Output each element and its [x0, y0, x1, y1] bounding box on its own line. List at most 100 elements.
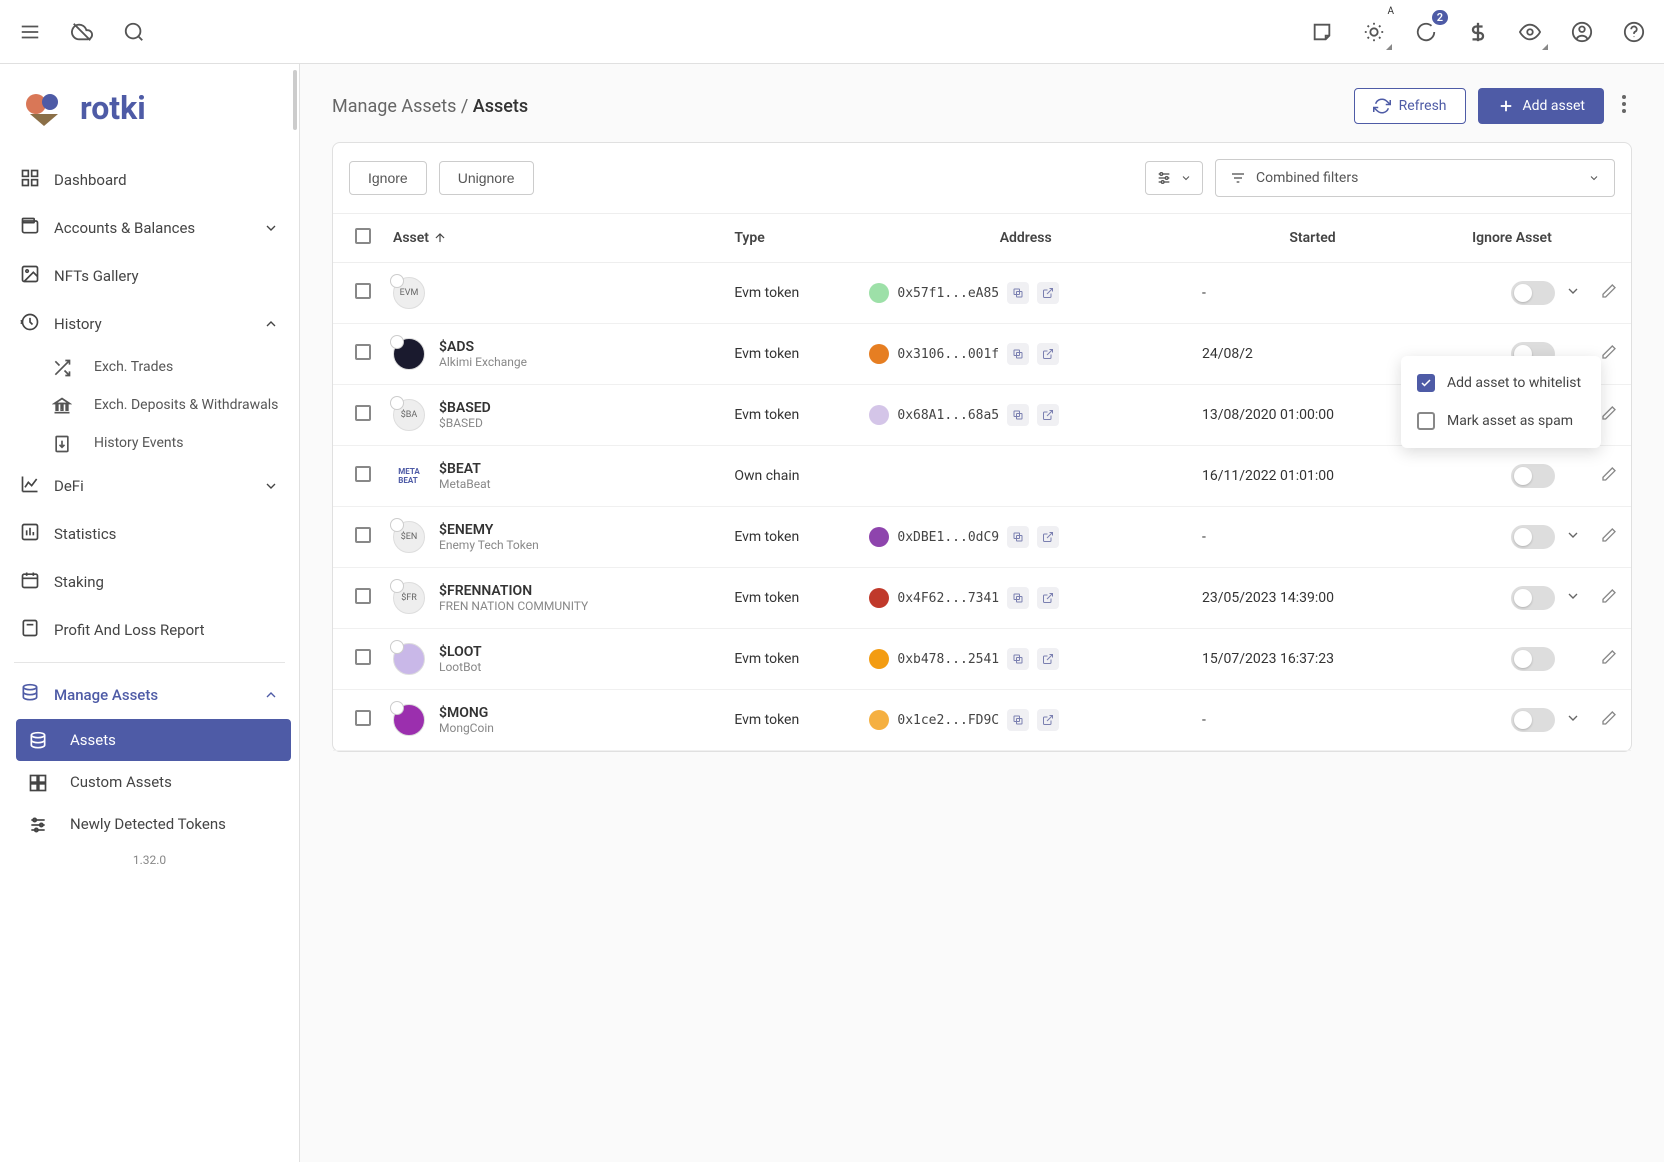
copy-address-button[interactable]	[1007, 648, 1029, 670]
sidebar-item-statistics[interactable]: Statistics	[0, 510, 299, 558]
ignore-toggle[interactable]	[1511, 525, 1555, 549]
sidebar-subitem-custom-assets[interactable]: Custom Assets	[8, 761, 299, 803]
nav-label: Newly Detected Tokens	[70, 815, 226, 833]
select-all-checkbox[interactable]	[355, 228, 371, 244]
edit-row-button[interactable]	[1601, 531, 1617, 547]
ignore-toggle[interactable]	[1511, 464, 1555, 488]
ignore-toggle[interactable]	[1511, 586, 1555, 610]
col-type[interactable]: Type	[724, 214, 859, 263]
edit-row-button[interactable]	[1601, 714, 1617, 730]
unignore-button[interactable]: Unignore	[439, 161, 534, 195]
history-icon	[20, 312, 40, 336]
copy-address-button[interactable]	[1007, 343, 1029, 365]
sidebar-item-staking[interactable]: Staking	[0, 558, 299, 606]
note-button[interactable]	[1304, 14, 1340, 50]
open-external-button[interactable]	[1037, 587, 1059, 609]
edit-row-button[interactable]	[1601, 470, 1617, 486]
ignore-button[interactable]: Ignore	[349, 161, 427, 195]
asset-cell: $ADS Alkimi Exchange	[393, 338, 714, 370]
col-started[interactable]: Started	[1192, 214, 1433, 263]
copy-address-button[interactable]	[1007, 404, 1029, 426]
scrollbar[interactable]	[293, 70, 297, 130]
type-cell: Own chain	[724, 446, 859, 507]
refresh-icon	[1373, 97, 1391, 115]
row-checkbox[interactable]	[355, 588, 371, 604]
sidebar-subitem-assets[interactable]: Assets	[16, 719, 291, 761]
sidebar-subitem-history-events[interactable]: History Events	[52, 424, 299, 462]
copy-address-button[interactable]	[1007, 282, 1029, 304]
row-checkbox[interactable]	[355, 710, 371, 726]
open-external-button[interactable]	[1037, 648, 1059, 670]
sidebar-item-nfts-gallery[interactable]: NFTs Gallery	[0, 252, 299, 300]
spam-option[interactable]: Mark asset as spam	[1401, 402, 1601, 440]
row-checkbox[interactable]	[355, 405, 371, 421]
edit-row-button[interactable]	[1601, 592, 1617, 608]
row-expand-button[interactable]	[1565, 588, 1581, 608]
account-button[interactable]	[1564, 14, 1600, 50]
combined-filters-input[interactable]: Combined filters	[1215, 159, 1615, 197]
refresh-button[interactable]: Refresh	[1354, 88, 1466, 124]
currency-button[interactable]	[1460, 14, 1496, 50]
type-cell: Evm token	[724, 507, 859, 568]
address-cell: 0x68A1...68a5	[869, 404, 1182, 426]
edit-row-button[interactable]	[1601, 409, 1617, 425]
row-checkbox[interactable]	[355, 649, 371, 665]
sidebar-subitem-exch-trades[interactable]: Exch. Trades	[52, 348, 299, 386]
theme-button[interactable]: A	[1356, 14, 1392, 50]
open-external-button[interactable]	[1037, 343, 1059, 365]
ignore-toggle[interactable]	[1511, 708, 1555, 732]
row-checkbox[interactable]	[355, 466, 371, 482]
table-row: $FR $FRENNATION FREN NATION COMMUNITY Ev…	[333, 568, 1631, 629]
row-expand-button[interactable]	[1565, 710, 1581, 730]
filter-settings-button[interactable]	[1145, 161, 1203, 195]
address-cell: 0x1ce2...FD9C	[869, 709, 1182, 731]
nav-label: DeFi	[54, 477, 84, 495]
asset-symbol: $FRENNATION	[439, 583, 588, 599]
started-cell: 24/08/2	[1192, 324, 1433, 385]
breadcrumb-parent[interactable]: Manage Assets	[332, 96, 456, 117]
row-checkbox[interactable]	[355, 344, 371, 360]
sidebar-item-defi[interactable]: DeFi	[0, 462, 299, 510]
logo[interactable]: rotki	[0, 72, 299, 156]
menu-button[interactable]	[12, 14, 48, 50]
row-checkbox[interactable]	[355, 283, 371, 299]
open-external-button[interactable]	[1037, 404, 1059, 426]
sidebar-subitem-exch-deposits-withdrawals[interactable]: Exch. Deposits & Withdrawals	[52, 386, 299, 424]
sidebar-item-manage-assets[interactable]: Manage Assets	[0, 671, 299, 719]
copy-address-button[interactable]	[1007, 526, 1029, 548]
col-ignore[interactable]: Ignore Asset	[1433, 214, 1591, 263]
add-asset-button[interactable]: Add asset	[1478, 88, 1604, 124]
whitelist-option[interactable]: Add asset to whitelist	[1401, 364, 1601, 402]
sidebar-item-history[interactable]: History	[0, 300, 299, 348]
search-button[interactable]	[116, 14, 152, 50]
ignore-toggle[interactable]	[1511, 647, 1555, 671]
help-button[interactable]	[1616, 14, 1652, 50]
sidebar-subitem-newly-detected-tokens[interactable]: Newly Detected Tokens	[8, 803, 299, 845]
open-external-button[interactable]	[1037, 709, 1059, 731]
row-checkbox[interactable]	[355, 527, 371, 543]
more-menu-button[interactable]	[1616, 89, 1632, 123]
col-address[interactable]: Address	[859, 214, 1192, 263]
sync-button[interactable]: 2	[1408, 14, 1444, 50]
privacy-button[interactable]	[1512, 14, 1548, 50]
edit-row-button[interactable]	[1601, 287, 1617, 303]
open-external-button[interactable]	[1037, 526, 1059, 548]
col-asset[interactable]: Asset	[383, 214, 724, 263]
copy-address-button[interactable]	[1007, 709, 1029, 731]
sliders-icon	[1156, 170, 1172, 186]
edit-row-button[interactable]	[1601, 653, 1617, 669]
sidebar-item-profit-and-loss-report[interactable]: Profit And Loss Report	[0, 606, 299, 654]
asset-name: MetaBeat	[439, 477, 491, 491]
sidebar-item-accounts-balances[interactable]: Accounts & Balances	[0, 204, 299, 252]
row-expand-button[interactable]	[1565, 283, 1581, 303]
edit-row-button[interactable]	[1601, 348, 1617, 364]
shuffle-icon	[52, 358, 70, 376]
copy-address-button[interactable]	[1007, 587, 1029, 609]
sidebar-item-dashboard[interactable]: Dashboard	[0, 156, 299, 204]
open-external-button[interactable]	[1037, 282, 1059, 304]
cloud-off-button[interactable]	[64, 14, 100, 50]
asset-icon	[393, 643, 425, 675]
ignore-toggle[interactable]	[1511, 281, 1555, 305]
row-expand-button[interactable]	[1565, 527, 1581, 547]
page-actions: Refresh Add asset	[1354, 88, 1632, 124]
